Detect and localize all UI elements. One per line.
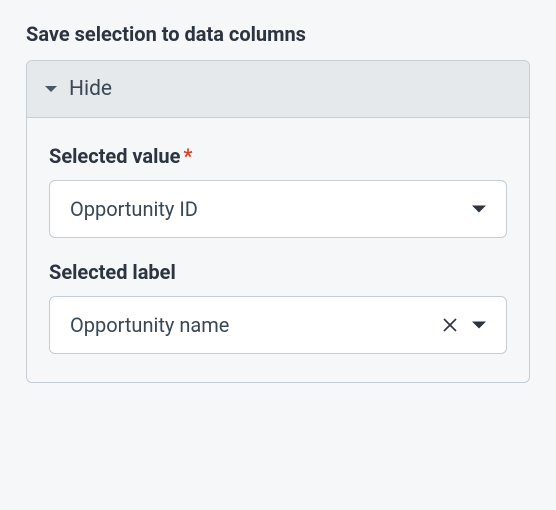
panel-header[interactable]: Hide — [27, 61, 529, 118]
selected-value-label: Selected value* — [49, 144, 507, 168]
clear-icon[interactable] — [442, 317, 458, 333]
field-selected-value: Selected value* Opportunity ID — [49, 144, 507, 238]
collapse-caret-icon — [45, 84, 57, 94]
panel-header-label: Hide — [69, 77, 112, 101]
field-selected-label: Selected label Opportunity name — [49, 260, 507, 354]
select-actions — [472, 204, 486, 214]
panel: Hide Selected value* Opportunity ID Sele… — [26, 60, 530, 383]
selected-label-label: Selected label — [49, 260, 507, 284]
required-asterisk-icon: * — [183, 144, 192, 168]
selected-label-dropdown[interactable]: Opportunity name — [49, 296, 507, 354]
label-text: Selected value — [49, 144, 180, 168]
chevron-down-icon[interactable] — [472, 204, 486, 214]
select-actions — [442, 317, 486, 333]
panel-body: Selected value* Opportunity ID Selected … — [27, 118, 529, 382]
section-title: Save selection to data columns — [26, 22, 530, 46]
chevron-down-icon[interactable] — [472, 320, 486, 330]
label-text: Selected label — [49, 260, 176, 284]
selected-label-text: Opportunity name — [70, 313, 442, 337]
selected-value-dropdown[interactable]: Opportunity ID — [49, 180, 507, 238]
selected-value-text: Opportunity ID — [70, 197, 472, 221]
